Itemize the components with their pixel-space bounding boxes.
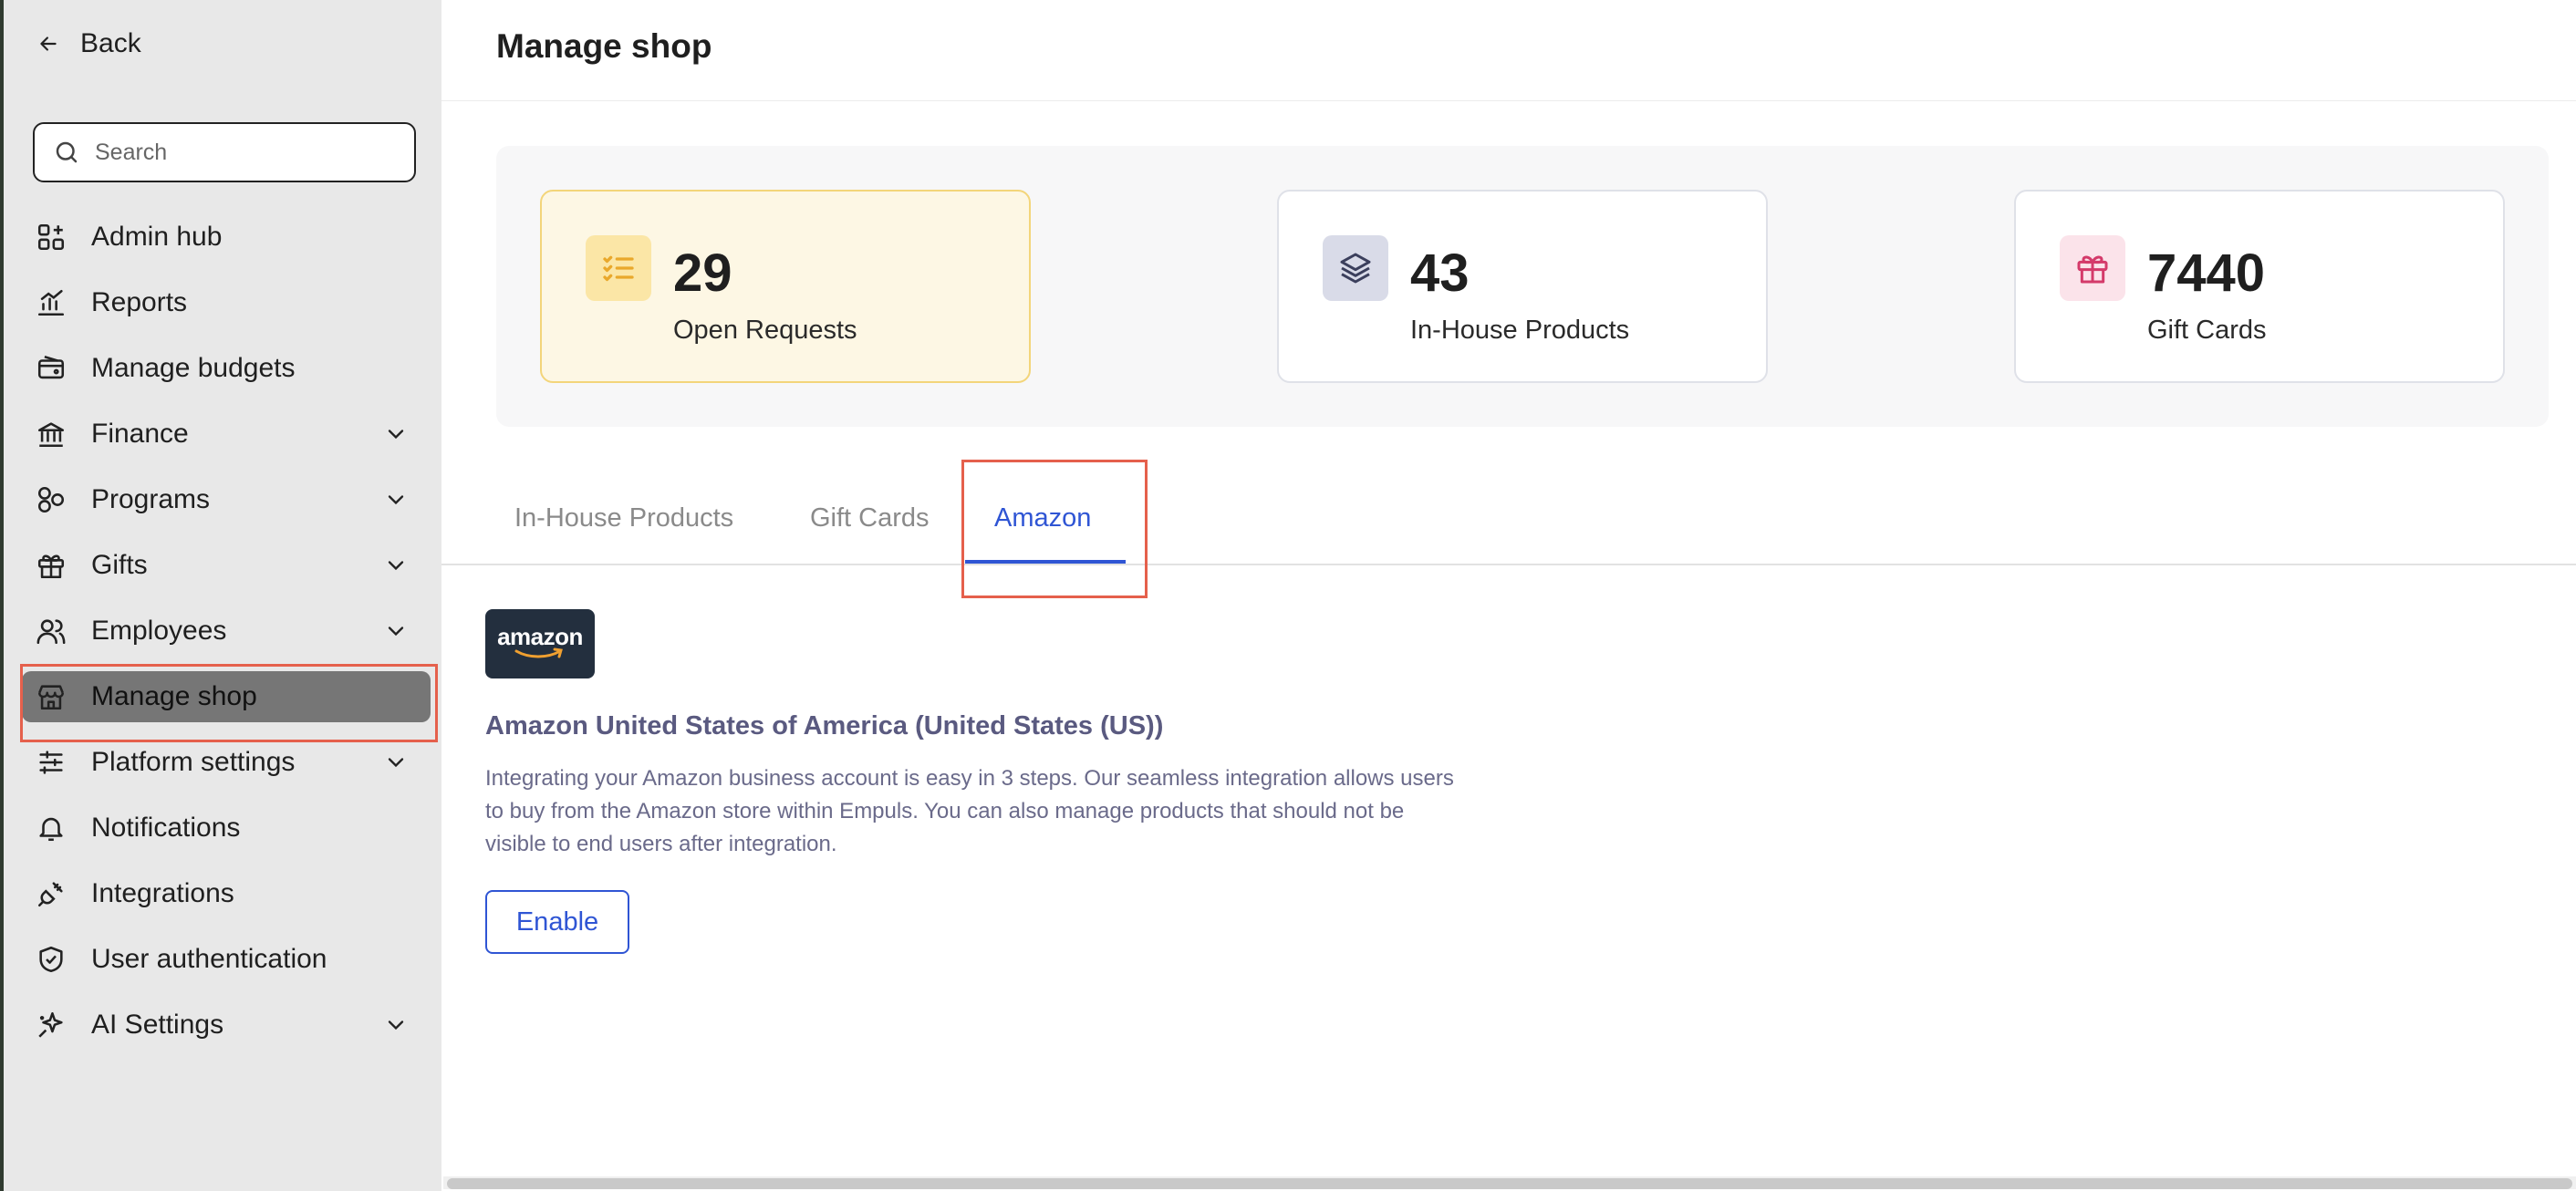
bell-icon [39,817,63,842]
stat-value: 29 [673,243,732,303]
stats-panel: 29 Open Requests 43 In-House Products 74… [496,146,2549,427]
back-label: Back [80,28,141,58]
active-tab-indicator [965,560,1126,564]
enable-button[interactable]: Enable [485,890,629,954]
header-divider [441,100,2576,101]
stat-value: 43 [1410,243,1470,303]
stat-value: 7440 [2147,243,2266,303]
sidebar-item-label: User authentication [91,944,327,974]
sidebar-item-platform-settings[interactable]: Platform settings [4,730,441,795]
sparkle-icon [38,1011,63,1038]
chevron-down-icon[interactable] [383,618,409,644]
tab-bar: In-House Products Gift Cards Amazon [441,460,2576,598]
gift-icon [2077,255,2108,284]
tab-in-house-products[interactable]: In-House Products [514,503,733,533]
sidebar-item-label: Finance [91,419,189,449]
chart-icon [37,289,65,316]
chevron-down-icon[interactable] [383,487,409,513]
sidebar-item-manage-budgets[interactable]: Manage budgets [4,336,441,401]
sidebar-item-finance[interactable]: Finance [4,401,441,467]
amazon-integration-title: Amazon United States of America (United … [485,711,1164,740]
page-title: Manage shop [496,27,712,65]
stat-icon-box [1323,235,1388,301]
sliders-icon [39,751,63,774]
sidebar-item-label: Programs [91,484,211,514]
sidebar-item-label: Notifications [91,813,241,843]
shapes-icon [37,486,65,513]
plug-icon [37,882,63,907]
wallet-icon [37,356,65,379]
search-input[interactable] [95,139,387,166]
sidebar-item-gifts[interactable]: Gifts [4,533,441,598]
stat-card-gift-cards[interactable]: 7440 Gift Cards [2014,190,2505,383]
tab-bar-divider [441,564,2576,565]
sidebar-item-label: Admin hub [91,222,223,252]
layers-icon [1340,253,1371,284]
sidebar-item-ai-settings[interactable]: AI Settings [4,992,441,1058]
sidebar-item-integrations[interactable]: Integrations [4,861,441,927]
sidebar-item-employees[interactable]: Employees [4,598,441,664]
stat-label: Open Requests [673,316,857,345]
horizontal-scrollbar[interactable] [443,1176,2576,1189]
search-icon [56,141,78,163]
sidebar-item-label: Gifts [91,550,148,580]
sidebar-item-label: AI Settings [91,1010,224,1040]
amazon-smile-icon [514,647,563,658]
sidebar-item-admin-hub[interactable]: Admin hub [4,204,441,270]
sidebar-item-label: Manage shop [91,681,257,711]
sidebar-item-label: Platform settings [91,747,296,777]
amazon-integration-description: Integrating your Amazon business account… [485,766,1454,856]
store-icon [37,685,65,710]
stat-label: In-House Products [1410,316,1630,345]
chevron-down-icon[interactable] [383,1012,409,1038]
sidebar-item-manage-shop[interactable]: Manage shop [4,664,441,730]
chevron-down-icon[interactable] [383,750,409,775]
chevron-down-icon[interactable] [383,421,409,447]
sidebar-item-label: Employees [91,616,227,646]
main-content: Manage shop 29 Open Requests 43 In-House… [441,0,2576,1191]
amazon-logo: amazon [485,609,595,678]
tab-gift-cards[interactable]: Gift Cards [810,503,930,533]
tab-amazon[interactable]: Amazon [994,503,1091,533]
stat-label: Gift Cards [2147,316,2267,345]
grid-icon [37,223,65,251]
stat-card-open-requests[interactable]: 29 Open Requests [540,190,1031,383]
arrow-left-icon [40,36,57,51]
sidebar-nav: Admin hub Reports Manage budgets Finance… [4,204,441,1058]
sidebar: Back Admin hub Reports Manage budgets Fi… [0,0,441,1191]
checklist-icon [603,255,634,282]
stat-icon-box [2060,235,2125,301]
users-icon [36,619,66,645]
stat-icon-box [586,235,651,301]
sidebar-item-programs[interactable]: Programs [4,467,441,533]
gift-icon [37,554,65,579]
scrollbar-thumb[interactable] [447,1178,2572,1189]
stat-card-in-house-products[interactable]: 43 In-House Products [1277,190,1768,383]
chevron-down-icon[interactable] [383,553,409,578]
shield-check-icon [39,946,63,973]
back-button[interactable]: Back [36,24,141,64]
search-box[interactable] [33,122,416,182]
sidebar-item-label: Reports [91,287,188,317]
sidebar-item-notifications[interactable]: Notifications [4,795,441,861]
sidebar-item-label: Integrations [91,878,234,908]
sidebar-item-label: Manage budgets [91,353,296,383]
sidebar-item-user-authentication[interactable]: User authentication [4,927,441,992]
sidebar-item-reports[interactable]: Reports [4,270,441,336]
bank-icon [37,422,65,448]
